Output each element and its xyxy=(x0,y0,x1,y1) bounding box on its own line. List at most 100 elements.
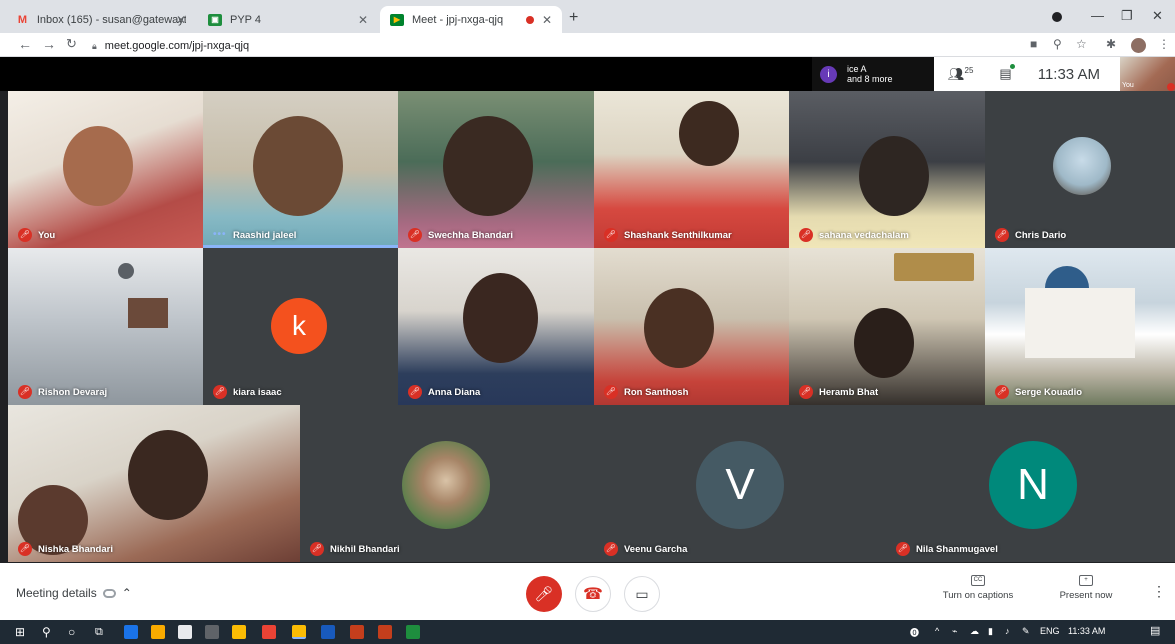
participant-tile[interactable]: 🎤︎ Swechha Bhandari xyxy=(398,91,594,248)
participant-video xyxy=(679,101,739,166)
language-indicator[interactable]: ENG xyxy=(1040,626,1060,636)
participant-tile[interactable]: 🎤︎ Shashank Senthilkumar xyxy=(594,91,789,248)
new-tab-icon[interactable]: + xyxy=(569,9,578,27)
meet-stage: i ice A and 8 more 👥︎25 ▤ 11:33 AM You 🎤… xyxy=(0,57,1175,620)
mic-off-icon: 🎤︎ xyxy=(799,385,813,399)
bookmark-star-icon[interactable]: ☆ xyxy=(1076,37,1087,51)
app-icon[interactable] xyxy=(262,625,276,639)
participant-tile[interactable]: 🎤︎ Nishka Bhandari xyxy=(8,405,300,562)
tab-meet[interactable]: ▶ Meet - jpj-nxga-qjq ✕ xyxy=(380,6,562,33)
participant-tile[interactable]: k 🎤︎ kiara isaac xyxy=(203,248,398,405)
reload-icon[interactable]: ↻ xyxy=(66,36,77,52)
minimize-icon[interactable]: — xyxy=(1091,8,1104,23)
participant-avatar xyxy=(1053,137,1111,195)
participant-tile[interactable]: ••• Raashid jaleel xyxy=(203,91,398,248)
chrome-menu-icon[interactable]: ⋮ xyxy=(1158,37,1170,51)
participant-name: Ron Santhosh xyxy=(624,387,689,398)
notifications-icon[interactable]: ▤ xyxy=(1150,624,1160,637)
task-view-icon[interactable]: ⧉ xyxy=(95,625,109,639)
participant-tile[interactable]: 🎤︎ You xyxy=(8,91,203,248)
people-icon: 👥︎ xyxy=(948,66,965,82)
participant-name: Chris Dario xyxy=(1015,230,1067,241)
participant-tile[interactable]: 🎤︎ Heramb Bhat xyxy=(789,248,985,405)
participant-tile[interactable]: V 🎤︎ Veenu Garcha xyxy=(594,405,886,562)
taskbar-clock[interactable]: 11:33 AM xyxy=(1068,626,1105,636)
forward-icon[interactable]: → xyxy=(42,36,56,52)
file-explorer-icon[interactable] xyxy=(151,625,165,639)
tab-pyp4[interactable]: ▣ PYP 4 ✕ xyxy=(198,6,378,33)
dropbox-icon[interactable] xyxy=(205,625,219,639)
meet-app-icon[interactable] xyxy=(406,625,420,639)
powerpoint-icon-2[interactable] xyxy=(378,625,392,639)
participant-tile[interactable]: N 🎤︎ Nila Shanmugavel xyxy=(886,405,1175,562)
captions-button[interactable]: CC Turn on captions xyxy=(938,575,1018,601)
participant-tile[interactable]: 🎤︎ sahana vedachalam xyxy=(789,91,985,248)
participant-tile[interactable]: 🎤︎ Rishon Devaraj xyxy=(8,248,203,405)
more-options-icon[interactable]: ⋮ xyxy=(1152,583,1166,600)
participant-name: Raashid jaleel xyxy=(233,230,297,241)
people-button[interactable]: 👥︎25 xyxy=(948,66,973,82)
maximize-icon[interactable]: ❐ xyxy=(1121,8,1133,24)
close-icon[interactable]: ✕ xyxy=(542,13,552,27)
chat-button[interactable]: ▤ xyxy=(999,64,1015,82)
ceiling-light xyxy=(118,263,134,279)
powerpoint-icon[interactable] xyxy=(350,625,364,639)
participant-tile[interactable]: 🎤︎ Nikhil Bhandari xyxy=(300,405,594,562)
mic-off-icon: 🎤︎ xyxy=(604,542,618,556)
leave-call-button[interactable]: ☎︎ xyxy=(575,576,611,612)
microphone-toggle-button[interactable]: 🎤︎ xyxy=(526,576,562,612)
meet-icon: ▶ xyxy=(390,13,404,26)
window-close-icon[interactable]: ✕ xyxy=(1152,8,1163,24)
mic-off-icon: 🎤︎ xyxy=(995,385,1009,399)
close-icon[interactable]: ✕ xyxy=(358,13,368,27)
address-bar[interactable]: 🔒︎ meet.google.com/jpj-nxga-qjq xyxy=(92,38,1042,54)
extensions-icon[interactable]: ✱ xyxy=(1106,37,1116,51)
edge-icon[interactable] xyxy=(124,625,138,639)
self-label: You xyxy=(1122,82,1134,89)
present-now-button[interactable]: + Present now xyxy=(1052,575,1120,601)
close-icon[interactable]: ✕ xyxy=(176,13,186,27)
store-icon[interactable] xyxy=(178,625,192,639)
cortana-icon[interactable]: ○ xyxy=(68,625,82,639)
winamp-icon[interactable] xyxy=(232,625,246,639)
participant-tile[interactable]: 🎤︎ Ron Santhosh xyxy=(594,248,789,405)
back-icon[interactable]: ← xyxy=(18,36,32,52)
tray-battery-icon[interactable]: ▮ xyxy=(988,626,993,637)
captions-label: Turn on captions xyxy=(942,590,1014,601)
meeting-details-button[interactable]: Meeting details ⌃ xyxy=(16,586,132,600)
meeting-details-label: Meeting details xyxy=(16,586,97,600)
participant-tile[interactable]: 🎤︎ Anna Diana xyxy=(398,248,594,405)
tray-chevron-icon[interactable]: ^ xyxy=(935,626,939,636)
tray-help-icon[interactable]: ⓿ xyxy=(910,626,919,639)
meet-control-bar: Meeting details ⌃ 🎤︎ ☎︎ ▭ CC Turn on cap… xyxy=(0,563,1175,620)
mic-off-icon: 🎤︎ xyxy=(896,542,910,556)
mic-off-icon: 🎤︎ xyxy=(213,385,227,399)
mic-off-icon: 🎤︎ xyxy=(604,228,618,242)
participant-avatar xyxy=(402,441,490,529)
tab-search-icon[interactable] xyxy=(1052,12,1062,22)
tray-cloud-icon[interactable]: ☁ xyxy=(970,626,979,637)
tray-pen-icon[interactable]: ✎ xyxy=(1022,626,1030,637)
captions-toggle-icon xyxy=(102,588,116,598)
zoom-icon[interactable]: ⚲ xyxy=(1053,37,1062,51)
word-icon[interactable] xyxy=(321,625,335,639)
camera-toggle-button[interactable]: ▭ xyxy=(624,576,660,612)
participant-video xyxy=(128,298,168,328)
mic-off-icon xyxy=(1167,83,1175,91)
chrome-icon[interactable] xyxy=(292,625,306,639)
windows-start-icon[interactable]: ⊞ xyxy=(15,625,29,639)
search-icon[interactable]: ⚲ xyxy=(42,625,56,639)
mic-off-icon: 🎤︎ xyxy=(18,228,32,242)
mic-off-icon: 🎤︎ xyxy=(310,542,324,556)
self-view-thumbnail[interactable]: You xyxy=(1120,57,1175,91)
participant-name: Serge Kouadio xyxy=(1015,387,1083,398)
participant-video xyxy=(854,308,914,378)
camera-in-use-icon[interactable]: ■ xyxy=(1030,37,1037,51)
participant-tile[interactable]: 🎤︎ Chris Dario xyxy=(985,91,1175,248)
participant-tile[interactable]: 🎤︎ Serge Kouadio xyxy=(985,248,1175,405)
presenter-info[interactable]: i ice A and 8 more xyxy=(812,57,937,91)
tab-inbox[interactable]: M Inbox (165) - susan@gatewaythe ✕ xyxy=(6,6,196,33)
tray-volume-icon[interactable]: ♪ xyxy=(1005,626,1010,636)
profile-avatar[interactable] xyxy=(1131,38,1146,53)
tray-network-icon[interactable]: ⌁ xyxy=(952,626,957,637)
